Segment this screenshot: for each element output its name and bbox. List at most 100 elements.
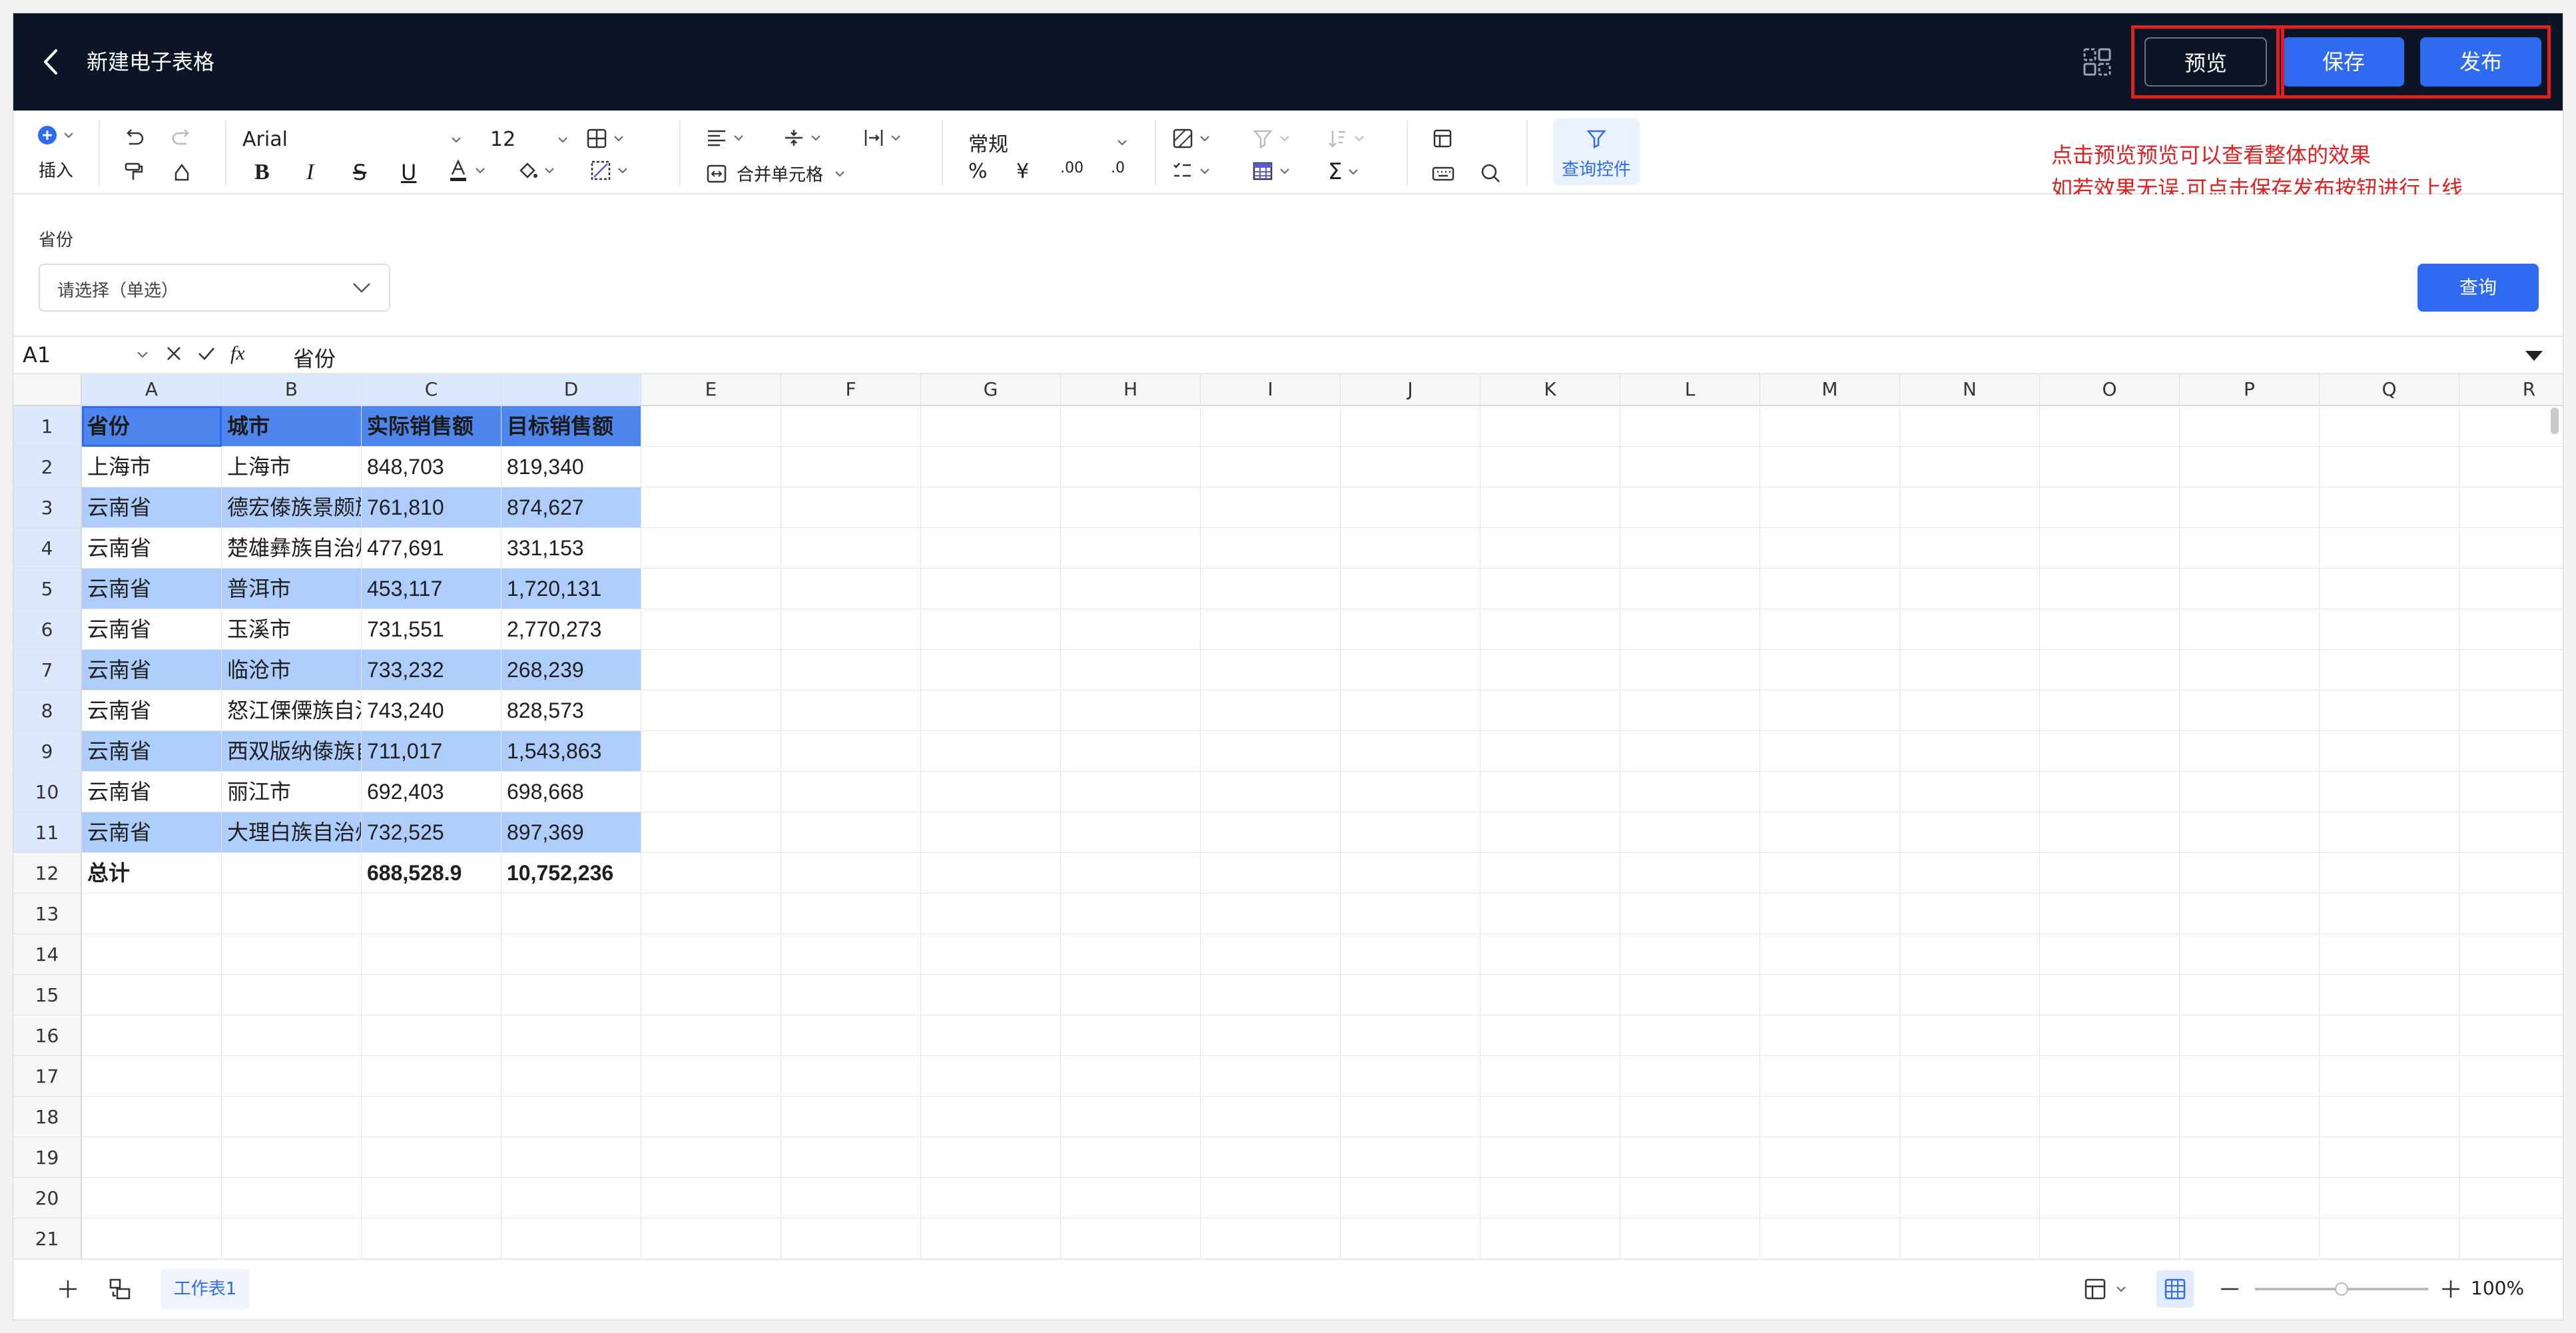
- row-header[interactable]: 10: [13, 772, 82, 812]
- cell-P6[interactable]: [2180, 609, 2320, 650]
- cell-F16[interactable]: [781, 1015, 921, 1056]
- row-header[interactable]: 15: [13, 975, 82, 1015]
- cell-M12[interactable]: [1760, 853, 1900, 894]
- cell-I2[interactable]: [1201, 447, 1341, 487]
- cell-N12[interactable]: [1900, 853, 2040, 894]
- chevron-down-icon[interactable]: [2115, 1285, 2127, 1293]
- cell-I6[interactable]: [1201, 609, 1341, 650]
- cell-M8[interactable]: [1760, 690, 1900, 731]
- cell-D21[interactable]: [501, 1218, 641, 1258]
- column-header[interactable]: C: [362, 374, 501, 406]
- font-family-select[interactable]: Arial: [242, 128, 462, 151]
- cell-I16[interactable]: [1201, 1015, 1341, 1056]
- cell-D16[interactable]: [501, 1015, 641, 1056]
- cell-A19[interactable]: [82, 1137, 222, 1178]
- sum-dropdown[interactable]: Σ: [1328, 158, 1359, 185]
- cell-J10[interactable]: [1341, 772, 1480, 812]
- cell-G15[interactable]: [921, 975, 1061, 1015]
- column-header[interactable]: J: [1341, 374, 1480, 406]
- cell-O1[interactable]: [2040, 406, 2180, 447]
- row-header[interactable]: 18: [13, 1097, 82, 1137]
- cell-P16[interactable]: [2180, 1015, 2320, 1056]
- cell-Q3[interactable]: [2320, 487, 2459, 528]
- cell-C17[interactable]: [362, 1056, 501, 1097]
- column-header[interactable]: B: [222, 374, 362, 406]
- cell-B19[interactable]: [222, 1137, 362, 1178]
- cell-F2[interactable]: [781, 447, 921, 487]
- cell-G20[interactable]: [921, 1178, 1061, 1218]
- cell-N9[interactable]: [1900, 731, 2040, 772]
- cell-B21[interactable]: [222, 1218, 362, 1258]
- cell-L4[interactable]: [1620, 528, 1760, 569]
- underline-icon[interactable]: U: [401, 160, 416, 185]
- cell-L5[interactable]: [1620, 569, 1760, 609]
- cell-B3[interactable]: 德宏傣族景颇族自治州: [222, 487, 362, 528]
- cell-F1[interactable]: [781, 406, 921, 447]
- cell-F18[interactable]: [781, 1097, 921, 1137]
- cell-O14[interactable]: [2040, 934, 2180, 975]
- cell-A8[interactable]: 云南省: [82, 690, 222, 731]
- cell-K11[interactable]: [1480, 812, 1620, 853]
- cell-E11[interactable]: [641, 812, 781, 853]
- cell-E5[interactable]: [641, 569, 781, 609]
- cell-K9[interactable]: [1480, 731, 1620, 772]
- cell-E10[interactable]: [641, 772, 781, 812]
- cell-H4[interactable]: [1061, 528, 1201, 569]
- cell-C15[interactable]: [362, 975, 501, 1015]
- cell-I21[interactable]: [1201, 1218, 1341, 1258]
- cell-A1[interactable]: 省份: [82, 406, 222, 447]
- cell-R2[interactable]: [2459, 447, 2563, 487]
- select-all-corner[interactable]: [13, 374, 82, 406]
- cell-B8[interactable]: 怒江傈僳族自治州: [222, 690, 362, 731]
- cell-B6[interactable]: 玉溪市: [222, 609, 362, 650]
- cell-B9[interactable]: 西双版纳傣族自治州: [222, 731, 362, 772]
- cell-N10[interactable]: [1900, 772, 2040, 812]
- font-size-select[interactable]: 12: [490, 128, 569, 151]
- row-header[interactable]: 9: [13, 731, 82, 772]
- cell-A6[interactable]: 云南省: [82, 609, 222, 650]
- cell-I9[interactable]: [1201, 731, 1341, 772]
- cell-N2[interactable]: [1900, 447, 2040, 487]
- cell-I13[interactable]: [1201, 894, 1341, 934]
- cell-C7[interactable]: 733,232: [362, 650, 501, 690]
- cell-N4[interactable]: [1900, 528, 2040, 569]
- cell-C21[interactable]: [362, 1218, 501, 1258]
- cell-P13[interactable]: [2180, 894, 2320, 934]
- cell-O9[interactable]: [2040, 731, 2180, 772]
- column-header[interactable]: K: [1480, 374, 1620, 406]
- cell-J17[interactable]: [1341, 1056, 1480, 1097]
- cell-J6[interactable]: [1341, 609, 1480, 650]
- cell-B15[interactable]: [222, 975, 362, 1015]
- cell-B14[interactable]: [222, 934, 362, 975]
- cell-M11[interactable]: [1760, 812, 1900, 853]
- cell-P8[interactable]: [2180, 690, 2320, 731]
- cell-E17[interactable]: [641, 1056, 781, 1097]
- cell-L2[interactable]: [1620, 447, 1760, 487]
- cell-D9[interactable]: 1,543,863: [501, 731, 641, 772]
- cell-G1[interactable]: [921, 406, 1061, 447]
- cell-I15[interactable]: [1201, 975, 1341, 1015]
- cell-L16[interactable]: [1620, 1015, 1760, 1056]
- column-header[interactable]: F: [781, 374, 921, 406]
- cell-I20[interactable]: [1201, 1178, 1341, 1218]
- cell-H11[interactable]: [1061, 812, 1201, 853]
- cell-A14[interactable]: [82, 934, 222, 975]
- cell-L20[interactable]: [1620, 1178, 1760, 1218]
- cell-I14[interactable]: [1201, 934, 1341, 975]
- cell-J13[interactable]: [1341, 894, 1480, 934]
- cell-F8[interactable]: [781, 690, 921, 731]
- cell-G2[interactable]: [921, 447, 1061, 487]
- preview-button[interactable]: 预览: [2144, 37, 2267, 87]
- cell-N13[interactable]: [1900, 894, 2040, 934]
- vertical-align-dropdown[interactable]: [783, 128, 822, 148]
- cell-G14[interactable]: [921, 934, 1061, 975]
- cell-K1[interactable]: [1480, 406, 1620, 447]
- cell-A5[interactable]: 云南省: [82, 569, 222, 609]
- cell-D2[interactable]: 819,340: [501, 447, 641, 487]
- cell-F13[interactable]: [781, 894, 921, 934]
- cell-P19[interactable]: [2180, 1137, 2320, 1178]
- cell-C3[interactable]: 761,810: [362, 487, 501, 528]
- cell-M6[interactable]: [1760, 609, 1900, 650]
- cell-P5[interactable]: [2180, 569, 2320, 609]
- cell-M13[interactable]: [1760, 894, 1900, 934]
